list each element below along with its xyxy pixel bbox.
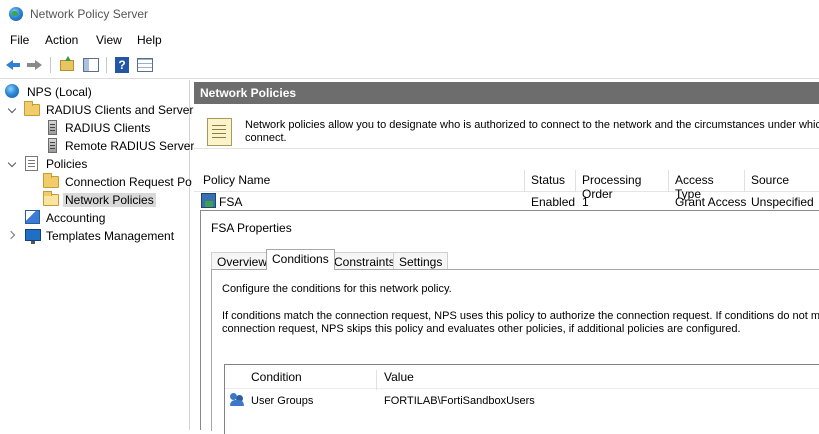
tree-item-accounting[interactable]: Accounting (0, 209, 190, 227)
policy-status-cell[interactable]: Enabled (525, 194, 581, 210)
tab-conditions[interactable]: Conditions (266, 249, 335, 270)
conditions-description-line-1: If conditions match the connection reque… (222, 310, 819, 322)
conditions-intro: Configure the conditions for this networ… (222, 283, 452, 295)
policy-access-cell[interactable]: Grant Access (669, 194, 752, 210)
help-icon: ? (115, 57, 129, 73)
tree-label: Accounting (46, 211, 106, 225)
chevron-down-icon[interactable] (9, 105, 17, 113)
tree-item-connection-request-policies[interactable]: Connection Request Po (0, 173, 192, 191)
info-line-2: connect. (245, 132, 287, 144)
conditions-description-line-2: connection request, NPS skips this polic… (222, 323, 741, 335)
column-header-access-type[interactable]: Access Type (669, 170, 745, 201)
condition-cell[interactable]: User Groups (251, 395, 313, 407)
menu-help[interactable]: Help (137, 33, 162, 47)
templates-monitor-icon (25, 229, 41, 244)
tree-label: Templates Management (46, 229, 175, 243)
policy-source-cell[interactable]: Unspecified (745, 194, 819, 210)
back-button[interactable] (5, 56, 23, 74)
open-folder-icon (43, 191, 59, 206)
toolbar-separator (50, 57, 51, 73)
toolbar-separator (106, 57, 107, 73)
tree-label: Connection Request Po (65, 175, 192, 189)
menu-file[interactable]: File (10, 33, 29, 47)
column-header-processing-order[interactable]: Processing Order (576, 170, 669, 201)
toolbar: ? (0, 52, 819, 79)
tab-settings[interactable]: Settings (393, 252, 449, 270)
window-title: Network Policy Server (30, 7, 149, 21)
action-pane-icon (137, 58, 153, 72)
show-hide-console-tree-button[interactable] (82, 56, 100, 74)
tree-label: RADIUS Clients and Servers (46, 103, 200, 117)
column-header-policy-name[interactable]: Policy Name (197, 170, 525, 192)
server-icon (48, 138, 57, 153)
menu-bar: File Action View Help (0, 29, 819, 51)
tree-label: RADIUS Clients (65, 121, 151, 135)
help-button[interactable]: ? (113, 56, 131, 74)
conditions-list: Condition Value User Groups FORTILAB\For… (224, 364, 819, 434)
policy-order-cell[interactable]: 1 (576, 194, 595, 210)
menu-view[interactable]: View (96, 33, 122, 47)
tree-item-network-policies[interactable]: Network Policies (0, 191, 190, 209)
folder-icon (43, 173, 59, 188)
tab-constraints[interactable]: Constraints (328, 252, 401, 270)
column-header-value[interactable]: Value (378, 370, 818, 390)
show-hide-action-pane-button[interactable] (136, 56, 154, 74)
title-bar[interactable]: Network Policy Server (0, 0, 819, 29)
conditions-tab-panel: Configure the conditions for this networ… (211, 269, 819, 434)
chevron-right-icon[interactable] (8, 231, 16, 239)
console-tree-icon (83, 58, 99, 72)
policies-document-icon (25, 156, 38, 171)
nps-globe-icon (5, 84, 19, 98)
column-header-condition[interactable]: Condition (245, 370, 377, 390)
tree-label: Remote RADIUS Server (65, 139, 195, 153)
condition-value-cell[interactable]: FORTILAB\FortiSandboxUsers (384, 395, 535, 407)
info-text: Network policies allow you to designate … (245, 119, 819, 145)
column-header-status[interactable]: Status (525, 170, 576, 192)
server-icon (48, 120, 57, 135)
tree-item-nps-local[interactable]: NPS (Local) (0, 83, 190, 101)
nps-window: Network Policy Server File Action View H… (0, 0, 819, 434)
tree-item-radius-clients-servers[interactable]: RADIUS Clients and Servers (0, 101, 199, 119)
info-line-1: Network policies allow you to designate … (245, 119, 819, 131)
policy-name-cell[interactable]: FSA (213, 194, 248, 210)
forward-arrow-icon (27, 60, 42, 70)
tree-item-templates-management[interactable]: Templates Management (0, 227, 190, 245)
network-policy-server-icon (9, 7, 23, 21)
chevron-down-icon[interactable] (9, 159, 17, 167)
tree-item-policies[interactable]: Policies (0, 155, 190, 173)
column-header-source[interactable]: Source (745, 170, 819, 192)
folder-up-icon (60, 56, 74, 71)
fsa-properties-dialog: FSA Properties Overview Conditions Const… (200, 210, 819, 434)
document-info-icon (207, 118, 232, 146)
info-banner: Network policies allow you to designate … (194, 104, 819, 149)
tab-overview[interactable]: Overview (211, 252, 274, 270)
tree-label: Policies (46, 157, 88, 171)
console-tree: NPS (Local) RADIUS Clients and Servers R… (0, 80, 199, 430)
up-one-level-button[interactable] (58, 56, 76, 74)
menu-action[interactable]: Action (45, 33, 78, 47)
pane-header: Network Policies (194, 82, 819, 104)
tree-label: Network Policies (63, 193, 156, 207)
folder-icon (24, 101, 40, 116)
user-groups-icon (230, 393, 245, 407)
forward-button[interactable] (27, 56, 45, 74)
tree-label: NPS (Local) (27, 85, 92, 99)
accounting-icon (25, 210, 40, 224)
tree-item-radius-clients[interactable]: RADIUS Clients (0, 119, 190, 137)
dialog-title: FSA Properties (211, 221, 292, 235)
tree-item-remote-radius-server[interactable]: Remote RADIUS Server (0, 137, 194, 155)
back-arrow-icon (6, 60, 20, 70)
